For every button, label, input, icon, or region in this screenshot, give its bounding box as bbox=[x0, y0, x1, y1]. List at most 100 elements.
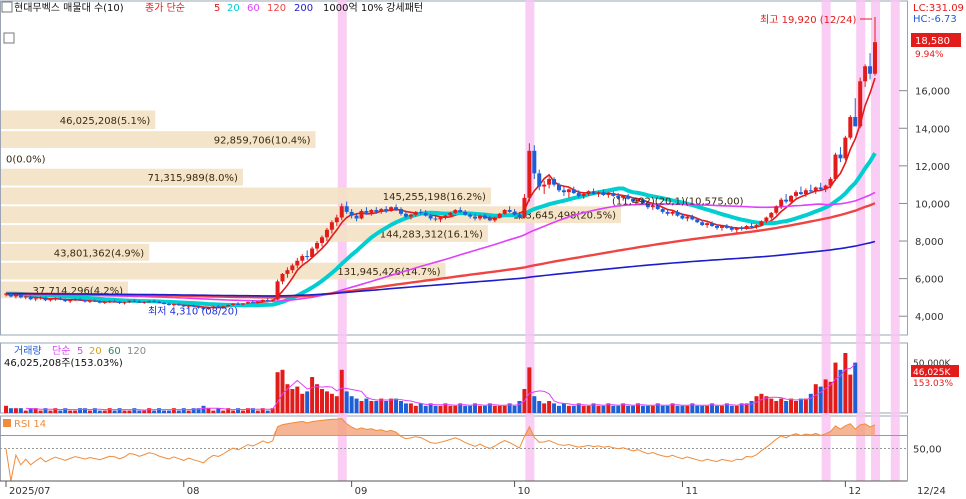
volume-bar bbox=[147, 408, 152, 413]
candle-body bbox=[695, 219, 700, 223]
candle-body bbox=[38, 297, 43, 299]
candle-body bbox=[670, 211, 675, 214]
candle-body bbox=[171, 304, 176, 306]
price-line-label: (11,492)(20,1)(10,575,00) bbox=[612, 197, 744, 208]
menu-icon[interactable] bbox=[1, 1, 13, 13]
candle-body bbox=[561, 190, 566, 193]
volume-bar bbox=[78, 408, 83, 413]
volume-bar bbox=[719, 405, 724, 413]
volume-bar bbox=[87, 410, 92, 413]
date-label: 12 bbox=[848, 486, 861, 497]
y-tick-label: 8,000 bbox=[915, 237, 944, 248]
candle-body bbox=[315, 242, 320, 249]
candle-body bbox=[58, 298, 63, 300]
candle-body bbox=[601, 192, 606, 195]
candle-body bbox=[418, 211, 423, 213]
volume-bar bbox=[695, 405, 700, 413]
volume-profile-label: 92,859,706(10.4%) bbox=[214, 136, 311, 147]
volume-badge-value: 46,025K bbox=[913, 368, 951, 378]
date-label: 09 bbox=[355, 486, 368, 497]
volume-bar bbox=[364, 398, 369, 413]
candle-body bbox=[492, 217, 497, 221]
volume-bar bbox=[201, 405, 206, 413]
volume-bar bbox=[359, 401, 364, 413]
volume-bar bbox=[586, 405, 591, 413]
candle-body bbox=[789, 195, 794, 202]
candle-body bbox=[73, 299, 78, 301]
date-label: 2025/07 bbox=[9, 486, 51, 497]
volume-bar bbox=[166, 410, 171, 413]
volume-bar bbox=[680, 405, 685, 413]
volume-bar bbox=[231, 410, 236, 413]
lc-label: LC:331.09 bbox=[913, 3, 964, 14]
candle-body bbox=[873, 42, 877, 74]
candle-body bbox=[349, 211, 354, 216]
volume-bar bbox=[399, 401, 403, 413]
candle-body bbox=[527, 150, 532, 198]
candle-body bbox=[87, 300, 92, 302]
candle-body bbox=[517, 214, 522, 218]
candle-body bbox=[354, 215, 359, 219]
volume-bar bbox=[408, 403, 413, 413]
volume-bar bbox=[324, 391, 329, 413]
volume-bar bbox=[774, 401, 779, 413]
volume-bar bbox=[320, 389, 324, 413]
y-tick-label: 10,000 bbox=[915, 199, 950, 210]
volume-bar bbox=[527, 367, 532, 413]
volume-bar bbox=[48, 410, 53, 413]
candle-body bbox=[428, 215, 433, 219]
volume-bar bbox=[754, 396, 759, 413]
volume-profile-label: 145,255,198(16.2%) bbox=[383, 192, 486, 203]
volume-bar bbox=[290, 389, 295, 413]
volume-profile-label: 46,025,208(5.1%) bbox=[60, 116, 151, 127]
candle-body bbox=[285, 270, 290, 274]
candle-body bbox=[591, 191, 596, 195]
candle-body bbox=[97, 301, 102, 303]
volume-bar bbox=[611, 405, 616, 413]
volume-bar bbox=[433, 405, 438, 413]
candle-body bbox=[122, 302, 127, 304]
volume-bar bbox=[295, 386, 300, 413]
candle-body bbox=[586, 191, 591, 195]
candle-body bbox=[715, 225, 719, 228]
high-annotation: 최고 19,920 (12/24) bbox=[760, 14, 856, 26]
candle-body bbox=[132, 300, 137, 302]
volume-bar bbox=[423, 405, 428, 413]
y-tick-label: 16,000 bbox=[915, 87, 950, 98]
volume-bar bbox=[389, 398, 394, 413]
candle-body bbox=[423, 212, 428, 216]
candle-body bbox=[18, 294, 23, 298]
date-label: 10 bbox=[518, 486, 531, 497]
candle-body bbox=[394, 207, 399, 210]
volume-bar bbox=[794, 401, 798, 413]
volume-bar bbox=[803, 398, 808, 413]
candle-body bbox=[478, 215, 482, 219]
volume-bar bbox=[601, 405, 606, 413]
volume-bar bbox=[571, 405, 576, 413]
volume-bar bbox=[665, 405, 670, 413]
candle-body bbox=[532, 150, 537, 174]
collapse-icon[interactable] bbox=[3, 32, 15, 44]
strong-pattern-label: 1000억 10% 강세패턴 bbox=[323, 2, 423, 14]
volume-bar bbox=[715, 405, 719, 413]
volume-bar bbox=[418, 403, 423, 413]
candle-body bbox=[581, 194, 586, 196]
candle-body bbox=[275, 281, 280, 300]
candle-body bbox=[759, 221, 764, 226]
volume-bar bbox=[216, 408, 221, 413]
candle-body bbox=[250, 302, 255, 304]
volume-bar bbox=[122, 410, 127, 413]
candle-body bbox=[4, 293, 8, 295]
candle-body bbox=[458, 210, 463, 212]
candle-body bbox=[443, 215, 448, 218]
candle-body bbox=[818, 187, 823, 190]
candle-body bbox=[744, 225, 749, 229]
volume-bar bbox=[23, 410, 28, 413]
volume-bar bbox=[808, 393, 813, 413]
candle-body bbox=[552, 179, 557, 185]
volume-bar bbox=[705, 405, 710, 413]
volume-bar bbox=[265, 410, 270, 413]
volume-bar bbox=[660, 405, 665, 413]
candle-body bbox=[868, 66, 873, 74]
volume-bar bbox=[853, 362, 858, 413]
